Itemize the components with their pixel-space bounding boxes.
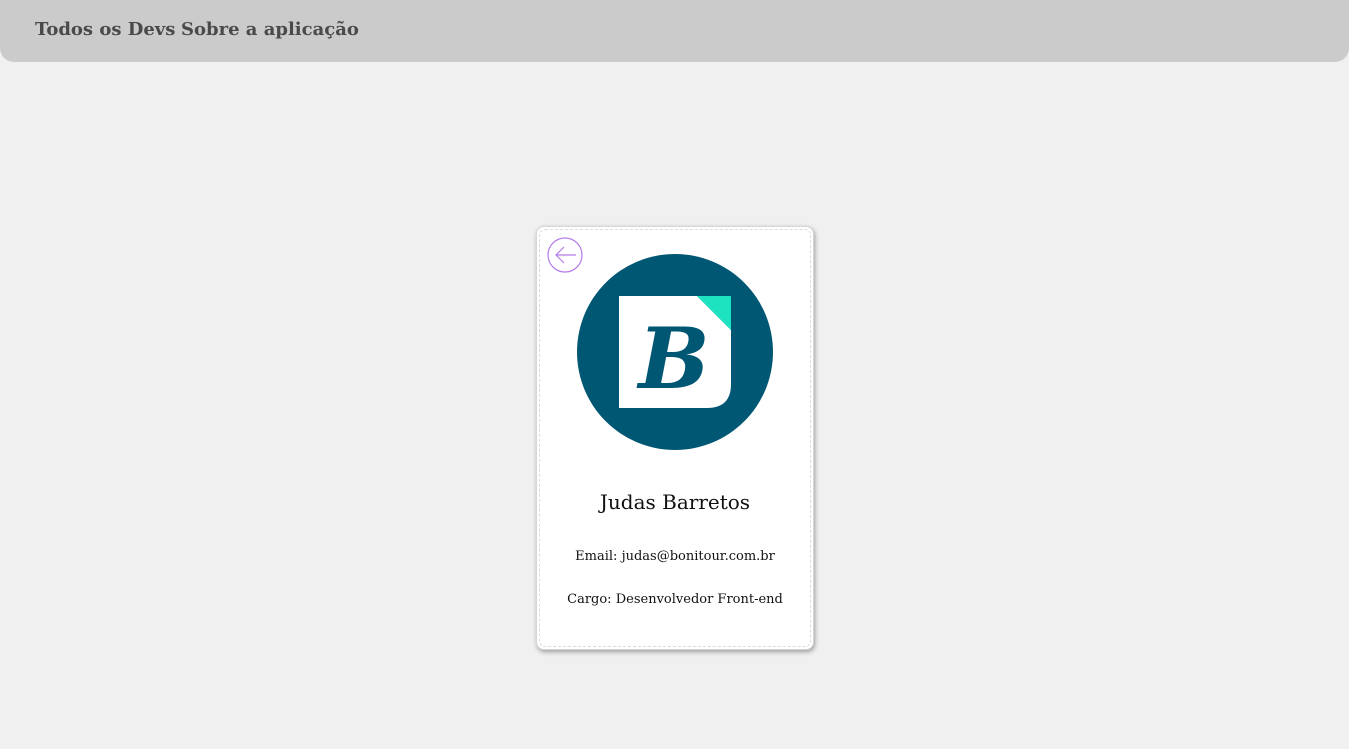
- role-value: Desenvolvedor Front-end: [615, 592, 783, 607]
- email-value: judas@bonitour.com.br: [621, 549, 775, 564]
- email-label: Email:: [575, 549, 618, 564]
- nav-link-about[interactable]: Sobre a aplicação: [181, 18, 359, 42]
- nav-link-all-devs[interactable]: Todos os Devs: [35, 18, 175, 42]
- dev-email: Email: judas@bonitour.com.br: [537, 548, 813, 566]
- dev-name: Judas Barretos: [599, 490, 751, 514]
- avatar: B: [577, 254, 773, 450]
- top-navbar: Todos os Devs Sobre a aplicação: [0, 0, 1349, 62]
- dev-role: Cargo: Desenvolvedor Front-end: [537, 591, 813, 609]
- avatar-letter: B: [637, 309, 710, 408]
- dev-profile-card: B Judas Barretos Email: judas@bonitour.c…: [536, 226, 814, 650]
- bonitour-logo-icon: B: [577, 254, 773, 450]
- role-label: Cargo:: [567, 592, 612, 607]
